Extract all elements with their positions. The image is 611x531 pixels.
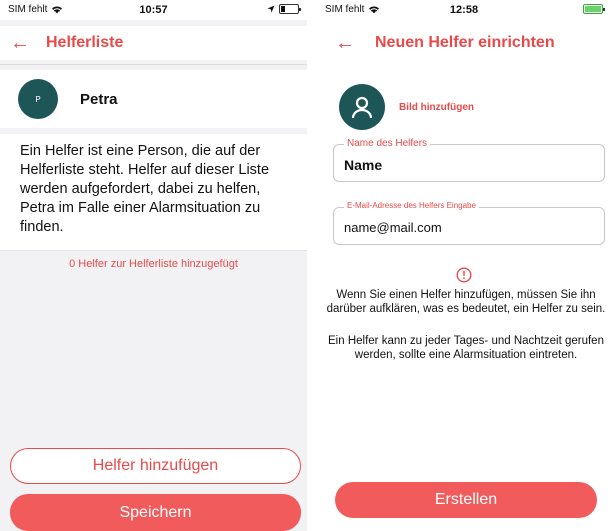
person-name: Petra xyxy=(80,90,118,108)
status-time: 10:57 xyxy=(139,4,168,16)
status-icons xyxy=(267,4,301,14)
add-helper-button[interactable]: Helfer hinzufügen xyxy=(10,448,301,484)
divider xyxy=(0,250,307,251)
helper-email-field[interactable]: E-Mail-Adresse des Helfers Eingabe name@… xyxy=(333,201,605,245)
alert-circle-icon xyxy=(317,267,611,283)
battery-charging-icon xyxy=(583,4,605,14)
page-title: Helferliste xyxy=(46,34,124,51)
helper-name-field[interactable]: Name des Helfers Name xyxy=(333,138,605,182)
add-photo-row[interactable]: Bild hinzufügen xyxy=(339,84,474,130)
person-row: P Petra xyxy=(0,70,307,128)
save-button[interactable]: Speichern xyxy=(10,494,301,531)
navbar-divider xyxy=(0,64,307,65)
status-bar: SIM fehlt 12:58 xyxy=(317,0,611,20)
location-arrow-icon xyxy=(267,5,275,13)
navigation-bar: ← Helferliste xyxy=(0,26,307,60)
user-icon[interactable] xyxy=(339,84,385,130)
status-bar: SIM fehlt 10:57 xyxy=(0,0,307,20)
new-helper-screen: SIM fehlt 12:58 ← Neuen Helfer einrichte… xyxy=(317,0,611,531)
helper-name-label: Name des Helfers xyxy=(344,138,431,149)
status-time: 12:58 xyxy=(449,4,479,16)
helper-list-screen: SIM fehlt 10:57 ← Helferliste P Petra Ei… xyxy=(0,0,307,531)
helper-name-value[interactable]: Name xyxy=(344,157,382,173)
warning-text-secondary: Ein Helfer kann zu jeder Tages- und Nach… xyxy=(328,335,604,361)
back-arrow-icon[interactable]: ← xyxy=(0,32,46,55)
avatar: P xyxy=(18,79,58,119)
status-icons xyxy=(583,4,605,14)
navigation-bar: ← Neuen Helfer einrichten xyxy=(317,26,611,60)
back-arrow-icon[interactable]: ← xyxy=(317,32,375,55)
page-title: Neuen Helfer einrichten xyxy=(375,34,555,51)
helper-info-text: Ein Helfer ist eine Person, die auf der … xyxy=(0,134,307,250)
helper-email-value[interactable]: name@mail.com xyxy=(344,220,442,235)
empty-list-note: 0 Helfer zur Helferliste hinzugefügt xyxy=(69,258,238,270)
warning-text: Wenn Sie einen Helfer hinzufügen, müssen… xyxy=(326,289,606,315)
helper-email-label: E-Mail-Adresse des Helfers Eingabe xyxy=(344,201,479,210)
avatar-initial: P xyxy=(35,94,41,104)
battery-icon xyxy=(279,4,301,14)
create-button[interactable]: Erstellen xyxy=(335,482,597,518)
add-photo-label[interactable]: Bild hinzufügen xyxy=(399,102,474,113)
